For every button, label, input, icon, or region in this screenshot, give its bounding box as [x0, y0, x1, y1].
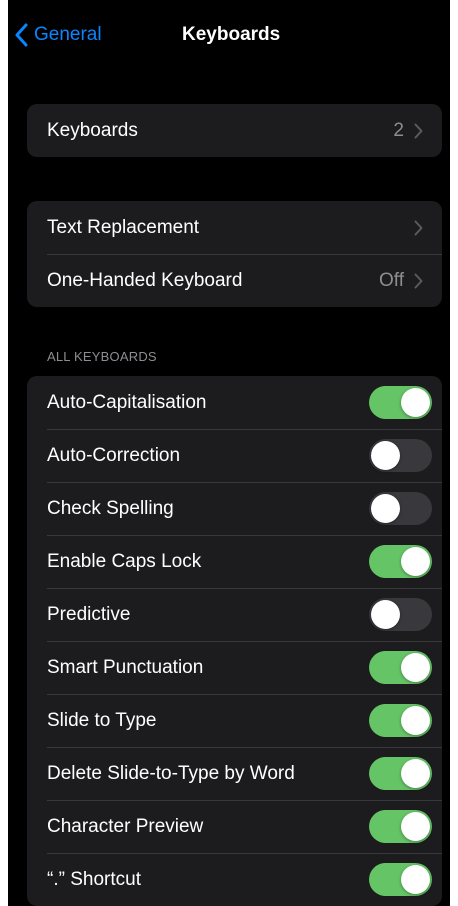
period-shortcut-toggle[interactable]	[369, 863, 432, 896]
character-preview-toggle[interactable]	[369, 810, 432, 843]
keyboards-settings-screen: General Keyboards Keyboards 2 Text Repla…	[8, 0, 450, 906]
delete-slide-to-type-by-word-toggle[interactable]	[369, 757, 432, 790]
auto-correction-toggle[interactable]	[369, 439, 432, 472]
enable-caps-lock-toggle[interactable]	[369, 545, 432, 578]
navigation-bar: General Keyboards	[8, 0, 450, 70]
toggle-knob	[401, 388, 430, 417]
text-replacement-label: Text Replacement	[47, 216, 200, 238]
page-title: Keyboards	[182, 24, 281, 45]
toggle-knob	[401, 653, 430, 682]
text-options-group: Text Replacement One-Handed Keyboard Off	[27, 201, 442, 307]
back-button-label: General	[34, 24, 102, 45]
auto-capitalisation-toggle[interactable]	[369, 386, 432, 419]
all-keyboards-header: ALL KEYBOARDS	[47, 349, 157, 364]
keyboards-count: 2	[393, 119, 404, 141]
one-handed-keyboard-value: Off	[379, 269, 404, 291]
chevron-right-icon	[414, 273, 423, 288]
keyboards-group: Keyboards 2	[27, 104, 442, 157]
auto-correction-row: Auto-Correction	[27, 429, 442, 482]
toggle-knob	[401, 547, 430, 576]
predictive-row: Predictive	[27, 588, 442, 641]
toggle-knob	[371, 600, 400, 629]
auto-capitalisation-row: Auto-Capitalisation	[27, 376, 442, 429]
slide-to-type-row: Slide to Type	[27, 694, 442, 747]
one-handed-keyboard-row[interactable]: One-Handed Keyboard Off	[27, 254, 442, 307]
one-handed-keyboard-label: One-Handed Keyboard	[47, 269, 243, 291]
chevron-right-icon	[414, 123, 423, 138]
enable-caps-lock-row: Enable Caps Lock	[27, 535, 442, 588]
check-spelling-row: Check Spelling	[27, 482, 442, 535]
toggle-knob	[401, 759, 430, 788]
back-button-general[interactable]: General	[14, 20, 102, 50]
toggle-knob	[401, 706, 430, 735]
chevron-left-icon	[15, 23, 28, 47]
predictive-toggle[interactable]	[369, 598, 432, 631]
smart-punctuation-toggle[interactable]	[369, 651, 432, 684]
check-spelling-toggle[interactable]	[369, 492, 432, 525]
slide-to-type-toggle[interactable]	[369, 704, 432, 737]
toggle-knob	[371, 494, 400, 523]
delete-slide-to-type-by-word-row: Delete Slide-to-Type by Word	[27, 747, 442, 800]
keyboards-row[interactable]: Keyboards 2	[27, 104, 442, 157]
keyboards-row-label: Keyboards	[47, 119, 138, 141]
toggle-knob	[371, 441, 400, 470]
character-preview-row: Character Preview	[27, 800, 442, 853]
period-shortcut-row: “.” Shortcut	[27, 853, 442, 906]
all-keyboards-group: Auto-Capitalisation Auto-Correction Chec…	[27, 376, 442, 906]
smart-punctuation-row: Smart Punctuation	[27, 641, 442, 694]
toggle-knob	[401, 812, 430, 841]
chevron-right-icon	[414, 220, 423, 235]
text-replacement-row[interactable]: Text Replacement	[27, 201, 442, 254]
toggle-knob	[401, 865, 430, 894]
